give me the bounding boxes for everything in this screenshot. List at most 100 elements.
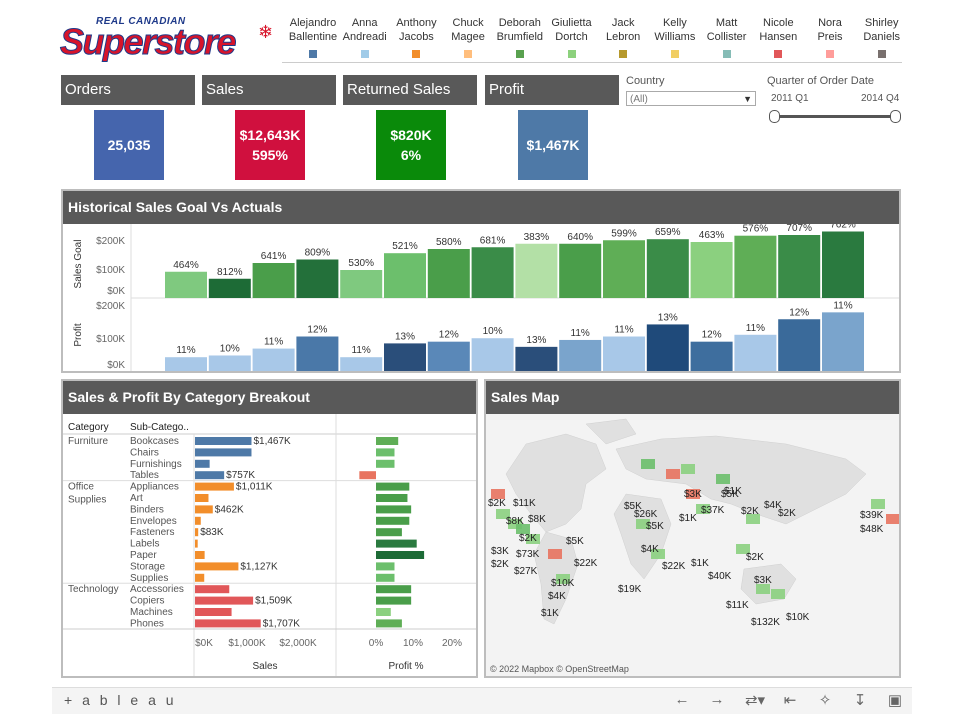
profit-bar[interactable] <box>559 339 602 371</box>
map-region[interactable] <box>666 469 680 479</box>
country-select[interactable]: (All) ▼ <box>626 91 756 106</box>
goal-bar[interactable] <box>427 249 470 298</box>
profit-bar[interactable] <box>384 343 426 371</box>
profit-bar[interactable] <box>296 336 339 372</box>
profit-bar[interactable] <box>376 619 402 628</box>
sales-bar[interactable] <box>195 459 210 468</box>
sales-bar[interactable] <box>195 505 213 514</box>
profit-bar[interactable] <box>376 608 391 616</box>
kpi-value: 25,035 <box>107 137 151 153</box>
sales-bar-label: $757K <box>226 470 255 481</box>
profit-bar[interactable] <box>252 348 295 371</box>
profit-bar[interactable] <box>427 341 470 371</box>
goal-bar[interactable] <box>471 247 514 298</box>
goal-bar[interactable] <box>734 235 777 298</box>
profit-bar[interactable] <box>376 551 425 559</box>
map-sales-label: $27K <box>514 566 538 577</box>
profit-bar[interactable] <box>734 334 777 371</box>
redo-icon[interactable]: → <box>707 691 727 708</box>
legend-item-label: Shirley <box>864 17 899 29</box>
profit-bar[interactable] <box>376 562 395 571</box>
quarter-slider-max-handle[interactable] <box>890 110 901 123</box>
profit-bar[interactable] <box>690 341 733 371</box>
map-region[interactable] <box>681 464 695 474</box>
map-region[interactable] <box>641 459 655 469</box>
reset-icon[interactable]: ⇤ <box>780 691 800 709</box>
profit-bar[interactable] <box>603 336 645 372</box>
goal-bar[interactable] <box>822 231 864 299</box>
profit-bar[interactable] <box>646 324 689 371</box>
goal-bar[interactable] <box>559 243 602 298</box>
goal-bar[interactable] <box>515 243 558 298</box>
sales-bar[interactable] <box>195 471 225 480</box>
sales-bar[interactable] <box>195 585 230 594</box>
kpi-value-tile[interactable]: $1,467K <box>518 110 588 180</box>
fullscreen-icon[interactable]: ▣ <box>885 691 905 709</box>
profit-bar[interactable] <box>471 338 514 371</box>
kpi-value-tile[interactable]: 25,035 <box>94 110 164 180</box>
goal-tick-200: $200K <box>96 236 125 247</box>
sales-bar[interactable] <box>195 539 198 548</box>
map-region[interactable] <box>716 474 730 484</box>
profit-bar[interactable] <box>340 357 383 371</box>
share-icon[interactable]: ✧ <box>815 691 835 709</box>
download-icon[interactable]: ↧ <box>850 691 870 709</box>
goal-bar[interactable] <box>252 263 295 298</box>
goal-bar[interactable] <box>208 278 251 298</box>
map-region[interactable] <box>771 589 785 599</box>
map-region[interactable] <box>886 514 899 524</box>
goal-bar[interactable] <box>690 242 733 298</box>
profit-bar[interactable] <box>376 585 412 594</box>
kpi-value-tile[interactable]: $820K 6% <box>376 110 446 180</box>
sales-bar[interactable] <box>195 528 199 537</box>
sales-bar[interactable] <box>195 437 252 445</box>
profit-bar[interactable] <box>208 355 251 371</box>
sales-bar[interactable] <box>195 573 205 582</box>
map-region[interactable] <box>548 549 562 559</box>
goal-bar[interactable] <box>603 240 645 298</box>
profit-bar[interactable] <box>376 528 402 537</box>
profit-bar[interactable] <box>376 596 412 605</box>
sales-bar[interactable] <box>195 608 232 616</box>
map-region[interactable] <box>871 499 885 509</box>
sales-bar[interactable] <box>195 596 254 605</box>
revert-icon[interactable]: ⇄▾ <box>740 691 770 709</box>
profit-bar[interactable] <box>376 505 412 514</box>
quarter-slider-track[interactable] <box>774 115 896 118</box>
sales-map[interactable]: $2K $11K$8K $8K$2K$3K$2K $22K$73K$27K$10K$4… <box>486 414 899 676</box>
profit-bar[interactable] <box>376 539 417 548</box>
profit-bar[interactable] <box>376 482 410 491</box>
undo-icon[interactable]: ← <box>672 691 692 708</box>
profit-bar[interactable] <box>376 459 395 468</box>
goal-bar[interactable] <box>646 239 689 298</box>
profit-bar[interactable] <box>778 319 821 371</box>
legend-swatch <box>515 50 524 58</box>
profit-bar[interactable] <box>376 573 395 582</box>
goal-bar[interactable] <box>778 235 821 298</box>
sales-bar[interactable] <box>195 562 239 571</box>
goal-bar[interactable] <box>384 253 426 298</box>
profit-bar[interactable] <box>359 471 376 480</box>
subcategory-label: Phones <box>130 618 164 629</box>
profit-bar-label: 11% <box>352 345 371 356</box>
profit-bar[interactable] <box>165 357 207 371</box>
sales-bar[interactable] <box>195 448 252 457</box>
profit-bar-label: 13% <box>395 331 415 342</box>
profit-bar[interactable] <box>376 448 395 457</box>
goal-bar[interactable] <box>165 271 207 298</box>
legend-item[interactable]: Shirley Daniels <box>851 16 913 58</box>
profit-bar[interactable] <box>515 346 558 371</box>
kpi-value-tile[interactable]: $12,643K 595% <box>235 110 305 180</box>
sales-bar[interactable] <box>195 516 201 525</box>
profit-bar[interactable] <box>376 516 410 525</box>
goal-bar[interactable] <box>340 270 383 298</box>
profit-bar[interactable] <box>376 437 399 445</box>
goal-bar[interactable] <box>296 259 339 299</box>
sales-bar[interactable] <box>195 551 205 559</box>
quarter-slider-min-handle[interactable] <box>769 110 780 123</box>
profit-bar[interactable] <box>822 312 864 371</box>
sales-bar[interactable] <box>195 482 234 491</box>
sales-bar[interactable] <box>195 494 209 502</box>
profit-bar[interactable] <box>376 494 408 502</box>
sales-bar[interactable] <box>195 619 261 628</box>
